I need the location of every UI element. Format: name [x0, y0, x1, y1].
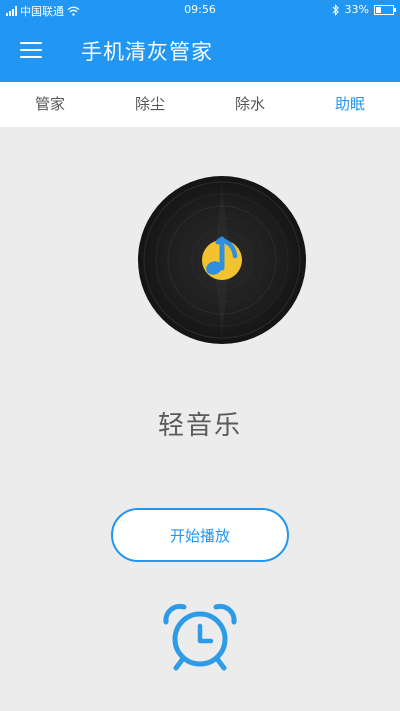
- app-bar: 手机清灰管家: [0, 20, 400, 82]
- battery-icon: [374, 4, 396, 15]
- status-right: 33%: [332, 3, 396, 16]
- battery-fill: [376, 6, 381, 13]
- tab-guanjia[interactable]: 管家: [0, 82, 100, 127]
- status-bar: 中国联通 09:56 33%: [0, 0, 400, 20]
- tab-water-removal[interactable]: 除水: [200, 82, 300, 127]
- tab-sleep-aid[interactable]: 助眠: [300, 82, 400, 127]
- app-title: 手机清灰管家: [81, 40, 213, 64]
- start-play-button[interactable]: 开始播放: [111, 508, 289, 562]
- alarm-clock-icon[interactable]: [162, 602, 238, 672]
- battery-percent: 33%: [344, 3, 369, 16]
- vinyl-music-note-icon: [138, 176, 306, 344]
- track-title: 轻音乐: [157, 411, 242, 441]
- tab-dust-removal[interactable]: 除尘: [100, 82, 200, 127]
- bluetooth-icon: [332, 3, 339, 16]
- hamburger-menu-icon[interactable]: [20, 42, 42, 58]
- tab-bar: 管家 除尘 除水 助眠: [0, 82, 400, 127]
